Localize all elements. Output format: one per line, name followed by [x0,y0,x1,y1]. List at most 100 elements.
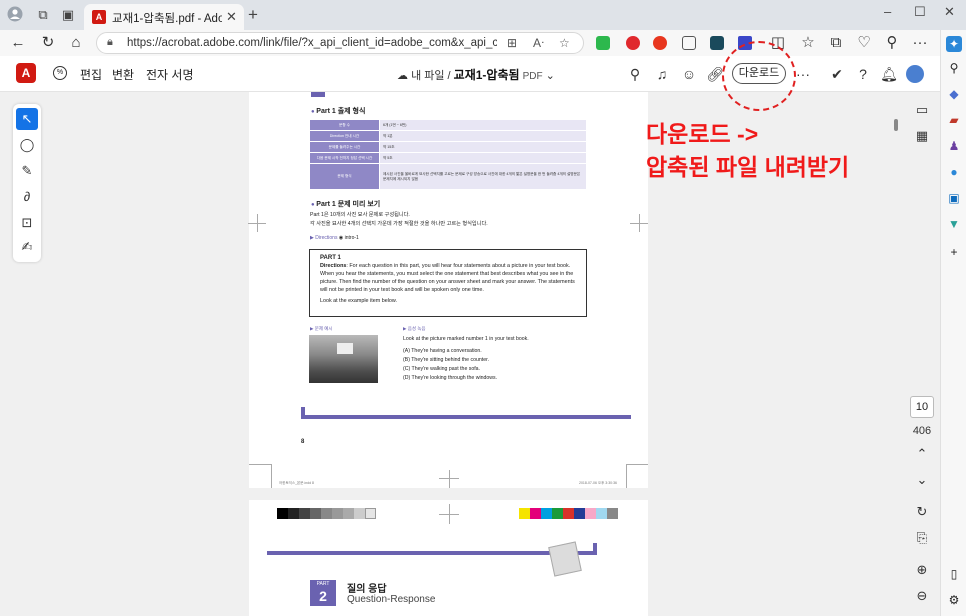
page-fit-icon[interactable]: ⎘ [912,528,932,548]
extension-shield-icon[interactable] [710,36,724,50]
more-options-icon[interactable]: ··· [794,65,812,83]
rotate-icon[interactable]: ↻ [912,502,932,522]
menu-e-sign[interactable]: 전자 서명 [146,66,194,83]
annotation-line-2: 압축된 파일 내려받기 [646,154,850,180]
extensions-icon[interactable]: ⚲ [882,33,902,53]
footer-right: 2018-07-06 오후 3:30:36 [579,481,617,485]
purple-divider-corner [301,407,305,419]
directions-paragraph: Directions: For each question in this pa… [320,262,576,294]
directions-bold: Directions [320,263,347,269]
outlook-icon[interactable]: ▣ [946,190,962,206]
part-title-en: Question-Response [347,594,436,605]
extension-block-icon[interactable] [626,36,640,50]
swatch [541,508,552,519]
swatch [277,508,288,519]
games-icon[interactable]: ♟ [946,138,962,154]
intro-line-1: Part 1은 10개의 사진 묘사 문제로 구성됩니다. [310,212,410,218]
swatch [530,508,541,519]
tab-title: 교재1-압축됨.pdf - Adobe cloud [112,13,222,25]
select-cursor-icon[interactable]: ↖ [16,108,38,130]
app-available-icon[interactable]: ⊞ [507,36,517,50]
sidebar-settings-icon[interactable]: ⚙ [946,592,962,608]
back-icon[interactable]: ← [8,33,28,53]
crop-mark [626,464,648,465]
address-bar-row: ← ↻ ⌂ 🔒︎ https://acrobat.adobe.com/link/… [0,30,966,56]
chevron-down-icon[interactable]: ⌄ [546,70,555,82]
maximize-button[interactable]: ☐ [914,4,926,20]
zoom-out-icon[interactable]: ⊖ [912,586,932,606]
help-icon[interactable]: ? [854,65,872,83]
notifications-bell-icon[interactable]: 🔔︎ [880,65,898,83]
breadcrumb-my-files[interactable]: 내 파일 [411,70,444,82]
search-icon[interactable]: ⚲ [946,60,962,76]
document-canvas[interactable]: ↖ ◯ ✎ ∂ ⊡ ✍︎ Part 1 출제 형식 문항 수6개 (1번 ~ 6… [0,92,940,616]
current-page-input[interactable]: 10 [910,396,934,418]
add-sidebar-app-icon[interactable]: + [946,244,962,260]
swatch [552,508,563,519]
shopping-icon[interactable]: ▰ [946,112,962,128]
profile-icon[interactable] [6,6,24,24]
tag-icon[interactable]: ◆ [946,86,962,102]
file-breadcrumb: ☁︎ 내 파일 / 교재1-압축됨 PDF ⌄ [397,66,555,83]
table-key: 문항 수 [309,119,380,131]
check-circle-icon[interactable]: ✔︎ [828,65,846,83]
next-page-icon[interactable]: ⌄ [912,470,932,490]
option-b: (B) They're sitting behind the counter. [403,357,489,363]
registration-mark [639,214,640,232]
tab-actions-icon[interactable]: ▣ [59,6,77,24]
refresh-icon[interactable]: ↻ [38,33,58,53]
purple-divider [301,415,631,419]
lock-icon[interactable]: 🔒︎ [107,36,113,49]
search-icon[interactable]: ⚲ [626,65,644,83]
workspaces-icon[interactable]: ⧉ [34,6,52,24]
table-value: 약 1분 [379,130,587,142]
text-box-icon[interactable]: ⊡ [16,212,38,234]
menu-convert[interactable]: 변환 [112,66,134,83]
hide-sidebar-icon[interactable]: ▯ [946,566,962,582]
file-name[interactable]: 교재1-압축됨 [454,68,520,82]
home-icon[interactable]: ⌂ [66,33,86,53]
minimize-button[interactable]: – [884,4,891,19]
extension-green-icon[interactable] [596,36,610,50]
comments-panel-icon[interactable]: ▭ [912,100,932,120]
extension-opera-icon[interactable] [653,36,667,50]
table-key: 다음 문제 시작 전까지 정답 선택 시간 [309,152,380,164]
collections-icon[interactable]: ⧉ [826,33,846,53]
swatch [596,508,607,519]
read-aloud-icon[interactable]: Aᐧ [533,36,544,50]
acrobat-logo[interactable]: A [16,63,36,83]
left-tools-panel: ↖ ◯ ✎ ∂ ⊡ ✍︎ [13,104,41,262]
registration-mark [449,504,450,524]
copilot-icon[interactable]: ✦ [946,36,962,52]
menu-edit[interactable]: 편집 [80,66,102,83]
close-window-button[interactable]: ✕ [944,4,955,20]
microsoft365-icon[interactable]: ● [946,164,962,180]
drop-icon[interactable]: ▼ [946,216,962,232]
ai-assistant-icon[interactable]: % [53,66,67,80]
highlight-pen-icon[interactable]: ✎ [16,160,38,182]
crop-mark [626,464,627,488]
browser-essentials-icon[interactable]: ♡ [854,33,874,53]
table-value: 약 5초 [379,152,587,164]
close-tab-icon[interactable]: ✕ [226,9,237,25]
new-tab-button[interactable]: + [248,5,258,25]
draw-freehand-icon[interactable]: ∂ [16,186,38,208]
read-aloud-headphones-icon[interactable]: ♫ [653,65,671,83]
favorites-icon[interactable]: ☆ [798,33,818,53]
user-avatar[interactable] [906,65,924,83]
favorite-star-icon[interactable]: ☆ [559,36,570,50]
extension-reader-icon[interactable] [682,36,696,50]
browser-tab-active[interactable]: A 교재1-압축됨.pdf - Adobe cloud ✕ [84,4,244,30]
share-people-icon[interactable]: ☺ [680,65,698,83]
url-field[interactable]: 🔒︎ https://acrobat.adobe.com/link/file/?… [96,32,584,54]
acrobat-toolbar: A % 편집 변환 전자 서명 ☁︎ 내 파일 / 교재1-압축됨 PDF ⌄ … [0,56,940,92]
table-key: 문제를 들려주는 시간 [309,141,380,153]
add-comment-icon[interactable]: ◯ [16,134,38,156]
adobe-acrobat-icon: A [92,10,106,24]
zoom-in-icon[interactable]: ⊕ [912,560,932,580]
settings-more-icon[interactable]: ··· [910,33,930,53]
sign-icon[interactable]: ✍︎ [16,236,38,258]
scrollbar-thumb[interactable] [894,119,898,131]
previous-page-icon[interactable]: ⌃ [912,444,932,464]
thumbnails-icon[interactable]: ▦ [912,126,932,146]
